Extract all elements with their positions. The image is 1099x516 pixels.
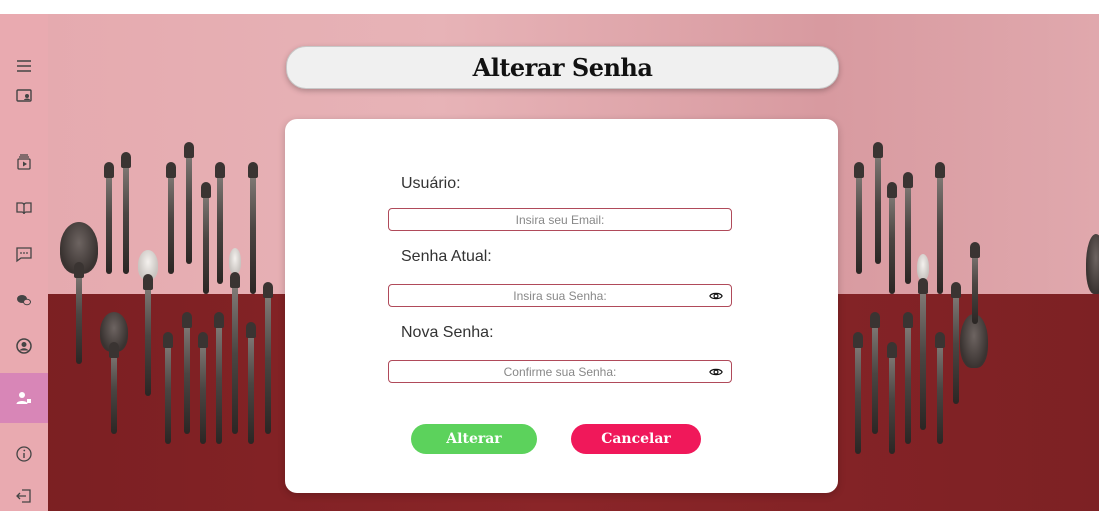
brush xyxy=(951,282,961,404)
menu-icon xyxy=(17,60,31,72)
brush xyxy=(201,182,211,294)
sidebar-item-account[interactable] xyxy=(0,326,48,366)
brush xyxy=(903,312,913,444)
brush xyxy=(853,332,863,454)
profile-card-icon xyxy=(16,89,32,102)
sidebar-item-conversations[interactable] xyxy=(0,280,48,320)
brush xyxy=(166,162,176,274)
brush xyxy=(870,312,880,434)
brush xyxy=(918,278,928,430)
brush xyxy=(109,342,119,434)
brush xyxy=(184,142,194,264)
brush xyxy=(970,242,980,324)
email-field[interactable] xyxy=(388,208,732,231)
info-icon xyxy=(16,446,32,462)
new-password-label: Nova Senha: xyxy=(401,324,494,341)
sidebar-item-profile[interactable] xyxy=(0,76,48,116)
change-password-form: Usuário: Senha Atual: Nova Senha: Altera… xyxy=(285,119,838,493)
cancel-button[interactable]: Cancelar xyxy=(571,424,701,454)
conversation-icon xyxy=(17,295,31,306)
brush xyxy=(887,342,897,454)
brush xyxy=(854,162,864,274)
brush-head xyxy=(229,248,241,274)
brush xyxy=(248,162,258,294)
current-password-field[interactable] xyxy=(388,284,732,307)
brush xyxy=(74,262,84,364)
sidebar-item-info[interactable] xyxy=(0,434,48,474)
manage-user-icon xyxy=(16,392,31,404)
account-circle-icon xyxy=(16,338,32,354)
brush xyxy=(873,142,883,264)
logout-icon xyxy=(16,489,31,503)
brush xyxy=(143,274,153,396)
brush xyxy=(104,162,114,274)
brush xyxy=(121,152,131,274)
page-title-bar: Alterar Senha xyxy=(286,46,839,89)
brush xyxy=(246,322,256,444)
brush xyxy=(163,332,173,444)
brush xyxy=(263,282,273,434)
sidebar-item-logout[interactable] xyxy=(0,476,48,516)
show-password-icon[interactable] xyxy=(709,365,723,379)
new-password-field[interactable] xyxy=(388,360,732,383)
brush xyxy=(214,312,224,444)
current-password-label: Senha Atual: xyxy=(401,248,492,265)
brush xyxy=(935,332,945,444)
email-input[interactable] xyxy=(389,209,731,230)
sidebar-item-manage-user[interactable] xyxy=(0,373,48,423)
current-password-input[interactable] xyxy=(389,285,731,306)
brush xyxy=(215,162,225,284)
brush xyxy=(182,312,192,434)
chat-icon xyxy=(16,247,32,263)
brush xyxy=(887,182,897,294)
page-title: Alterar Senha xyxy=(472,53,653,82)
video-library-icon xyxy=(17,154,31,170)
new-password-input[interactable] xyxy=(389,361,731,382)
brush xyxy=(198,332,208,444)
submit-button[interactable]: Alterar xyxy=(411,424,537,454)
show-password-icon[interactable] xyxy=(709,289,723,303)
sidebar xyxy=(0,14,48,511)
top-strip xyxy=(0,0,1099,14)
brush xyxy=(903,172,913,284)
sidebar-item-videos[interactable] xyxy=(0,142,48,182)
user-label: Usuário: xyxy=(401,175,461,192)
book-icon xyxy=(16,202,32,215)
sidebar-item-messages[interactable] xyxy=(0,234,48,274)
brush xyxy=(935,162,945,294)
sidebar-item-library[interactable] xyxy=(0,188,48,228)
brush-head xyxy=(1086,234,1099,294)
brush xyxy=(230,272,240,434)
brush-head xyxy=(917,254,929,280)
